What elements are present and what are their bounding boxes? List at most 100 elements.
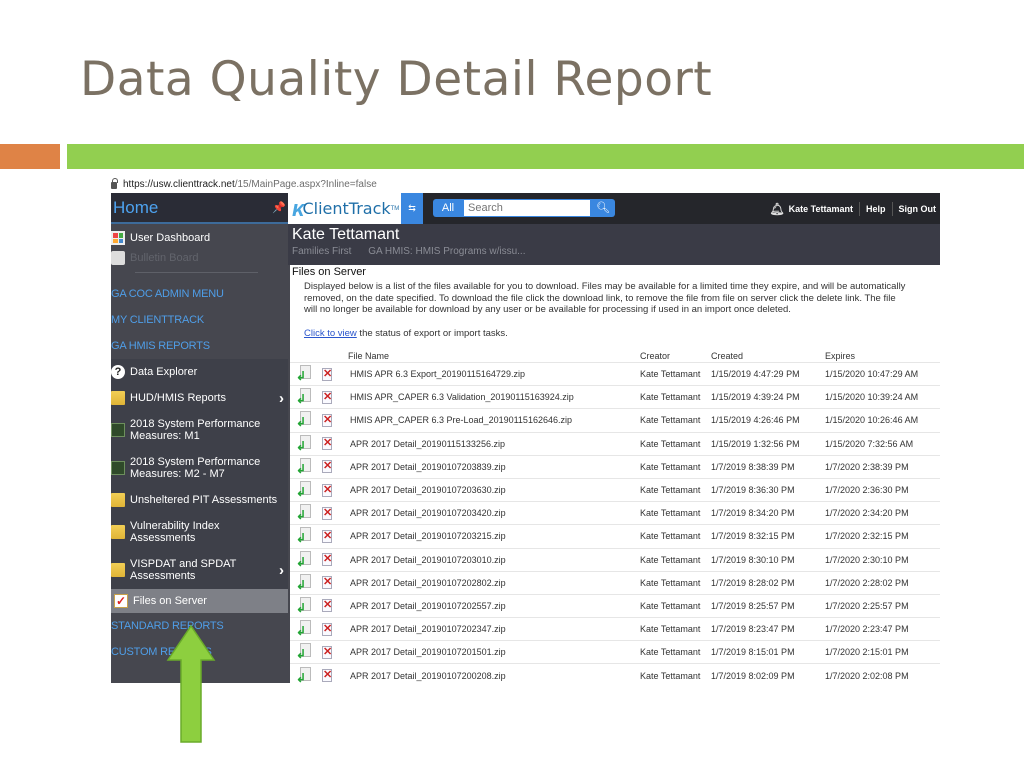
expires-cell: 1/7/2020 2:25:57 PM [825, 593, 940, 618]
file-name-cell: APR 2017 Detail_20190107202802.zip [348, 570, 640, 595]
sign-out-link[interactable]: Sign Out [899, 204, 937, 214]
table-row: ↲ ✕ HMIS APR_CAPER 6.3 Pre-Load_2019011516… [290, 408, 940, 433]
green-accent-bar [67, 144, 1024, 169]
description-text: Displayed below is a list of the files a… [304, 281, 906, 315]
created-cell: 1/7/2019 8:28:02 PM [711, 570, 825, 595]
download-icon[interactable]: ↲ [296, 481, 312, 498]
creator-cell: Kate Tettamant [640, 361, 711, 386]
delete-icon[interactable]: ✕ [322, 599, 332, 613]
sidebar-link-ga-hmis-reports[interactable]: GA HMIS REPORTS [111, 333, 288, 359]
expires-cell: 1/15/2020 10:39:24 AM [825, 385, 940, 409]
help-link[interactable]: Help [866, 204, 886, 214]
table-row: ↲ ✕ APR 2017 Detail_20190107202347.zip Kate… [290, 617, 940, 641]
clienttrack-logo[interactable]: κ ClientTrack TM [288, 193, 401, 224]
download-icon[interactable]: ↲ [296, 643, 312, 660]
delete-icon[interactable]: ✕ [322, 506, 332, 520]
creator-cell: Kate Tettamant [640, 454, 711, 479]
download-icon[interactable]: ↲ [296, 527, 312, 544]
creator-cell: Kate Tettamant [640, 663, 711, 683]
table-row: ↲ ✕ APR 2017 Detail_20190107202557.zip Kate… [290, 593, 940, 618]
delete-icon[interactable]: ✕ [322, 576, 332, 590]
pin-icon[interactable]: 📌 [272, 202, 286, 214]
delete-icon[interactable]: ✕ [322, 553, 332, 567]
download-icon[interactable]: ↲ [296, 388, 312, 405]
sidebar-item-label: VISPDAT and SPDAT Assessments [130, 558, 237, 582]
column-header-creator[interactable]: Creator [640, 351, 711, 363]
delete-icon[interactable]: ✕ [322, 413, 332, 427]
home-label: Home [113, 197, 159, 217]
download-icon[interactable]: ↲ [296, 573, 312, 591]
file-name-cell: HMIS APR 6.3 Export_20190115164729.zip [348, 361, 640, 386]
column-header-created[interactable]: Created [711, 351, 825, 363]
created-cell: 1/7/2019 8:23:47 PM [711, 617, 825, 641]
creator-cell: Kate Tettamant [640, 570, 711, 595]
orange-accent-bar [0, 144, 60, 169]
creator-cell: Kate Tettamant [640, 640, 711, 664]
bell-icon[interactable]: 🔔︎ [769, 202, 784, 216]
sidebar-link-my-clienttrack[interactable]: MY CLIENTTRACK [111, 307, 288, 333]
download-icon[interactable]: ↲ [296, 411, 312, 428]
sidebar-item-label: 2018 System Performance Measures: M1 [130, 418, 261, 442]
search-button[interactable]: 🔍︎ [591, 199, 615, 217]
sidebar-home[interactable]: Home 📌 [111, 193, 288, 224]
chart-icon [111, 461, 125, 475]
download-icon[interactable]: ↲ [296, 666, 312, 683]
logo-text: ClientTrack [302, 199, 391, 218]
download-icon[interactable]: ↲ [296, 596, 312, 614]
expires-cell: 1/7/2020 2:28:02 PM [825, 570, 940, 595]
download-icon[interactable]: ↲ [296, 457, 312, 475]
address-bar[interactable]: https://usw.clienttrack.net /15/MainPage… [111, 176, 940, 193]
delete-icon[interactable]: ✕ [322, 622, 332, 636]
download-icon[interactable]: ↲ [296, 550, 312, 568]
delete-icon[interactable]: ✕ [322, 483, 332, 497]
search-input[interactable] [463, 199, 591, 217]
download-icon[interactable]: ↲ [296, 434, 312, 452]
file-name-cell: APR 2017 Detail_20190107203010.zip [348, 547, 640, 572]
expires-cell: 1/15/2020 10:26:46 AM [825, 408, 940, 433]
delete-icon[interactable]: ✕ [322, 645, 332, 659]
sidebar: Home 📌 User Dashboard Bulletin Board GA … [111, 193, 288, 683]
delete-icon[interactable]: ✕ [322, 529, 332, 543]
user-name-link[interactable]: Kate Tettamant [789, 204, 853, 214]
file-name-cell: HMIS APR_CAPER 6.3 Pre-Load_201901151626… [348, 408, 640, 433]
sidebar-item-files-on-server[interactable]: ✓ Files on Server [111, 589, 288, 613]
sidebar-item-vulnerability-index[interactable]: Vulnerability Index Assessments [111, 513, 288, 551]
click-to-view-link[interactable]: Click to view [304, 328, 357, 339]
search-scope-button[interactable]: All [433, 199, 463, 217]
created-cell: 1/7/2019 8:34:20 PM [711, 501, 825, 525]
sidebar-item-spm-m1[interactable]: 2018 System Performance Measures: M1 [111, 411, 288, 449]
sidebar-item-data-explorer[interactable]: ? Data Explorer [111, 359, 288, 385]
download-icon[interactable]: ↲ [296, 365, 312, 382]
created-cell: 1/7/2019 8:15:01 PM [711, 640, 825, 664]
delete-icon[interactable]: ✕ [322, 367, 332, 381]
sidebar-item-label: Files on Server [133, 595, 207, 607]
lock-icon [111, 178, 118, 189]
delete-icon[interactable]: ✕ [322, 669, 332, 683]
sidebar-item-spm-m2-m7[interactable]: 2018 System Performance Measures: M2 - M… [111, 449, 288, 487]
expires-cell: 1/7/2020 2:36:30 PM [825, 477, 940, 502]
table-row: ↲ ✕ APR 2017 Detail_20190107203420.zip Kate… [290, 501, 940, 525]
expires-cell: 1/7/2020 2:38:39 PM [825, 454, 940, 479]
delete-column-header [322, 351, 348, 363]
sidebar-item-user-dashboard[interactable]: User Dashboard [111, 228, 288, 248]
sidebar-link-ga-coc-admin[interactable]: GA COC ADMIN MENU [111, 281, 288, 307]
sidebar-item-bulletin-board[interactable]: Bulletin Board [111, 248, 288, 268]
column-header-file-name[interactable]: File Name [348, 351, 640, 363]
sidebar-item-unsheltered-pit[interactable]: Unsheltered PIT Assessments [111, 487, 288, 513]
sidebar-item-vispdat-spdat[interactable]: VISPDAT and SPDAT Assessments › [111, 551, 288, 589]
delete-icon[interactable]: ✕ [322, 437, 332, 451]
checklist-icon: ✓ [114, 594, 128, 608]
client-name: Kate Tettamant [292, 226, 400, 243]
client-context-header: Kate Tettamant Families First GA HMIS: H… [288, 224, 940, 265]
switch-context-button[interactable]: ⇆ [401, 193, 423, 224]
expires-cell: 1/7/2020 2:34:20 PM [825, 501, 940, 525]
column-header-expires[interactable]: Expires [825, 351, 940, 363]
download-icon[interactable]: ↲ [296, 504, 312, 521]
chevron-right-icon: › [279, 389, 284, 407]
delete-icon[interactable]: ✕ [322, 390, 332, 404]
sidebar-item-hud-hmis-reports[interactable]: HUD/HMIS Reports › [111, 385, 288, 411]
download-icon[interactable]: ↲ [296, 620, 312, 637]
delete-icon[interactable]: ✕ [322, 460, 332, 474]
status-link-text: the status of export or import tasks. [356, 327, 508, 339]
table-row: ↲ ✕ APR 2017 Detail_20190115133256.zip Kate… [290, 431, 940, 456]
